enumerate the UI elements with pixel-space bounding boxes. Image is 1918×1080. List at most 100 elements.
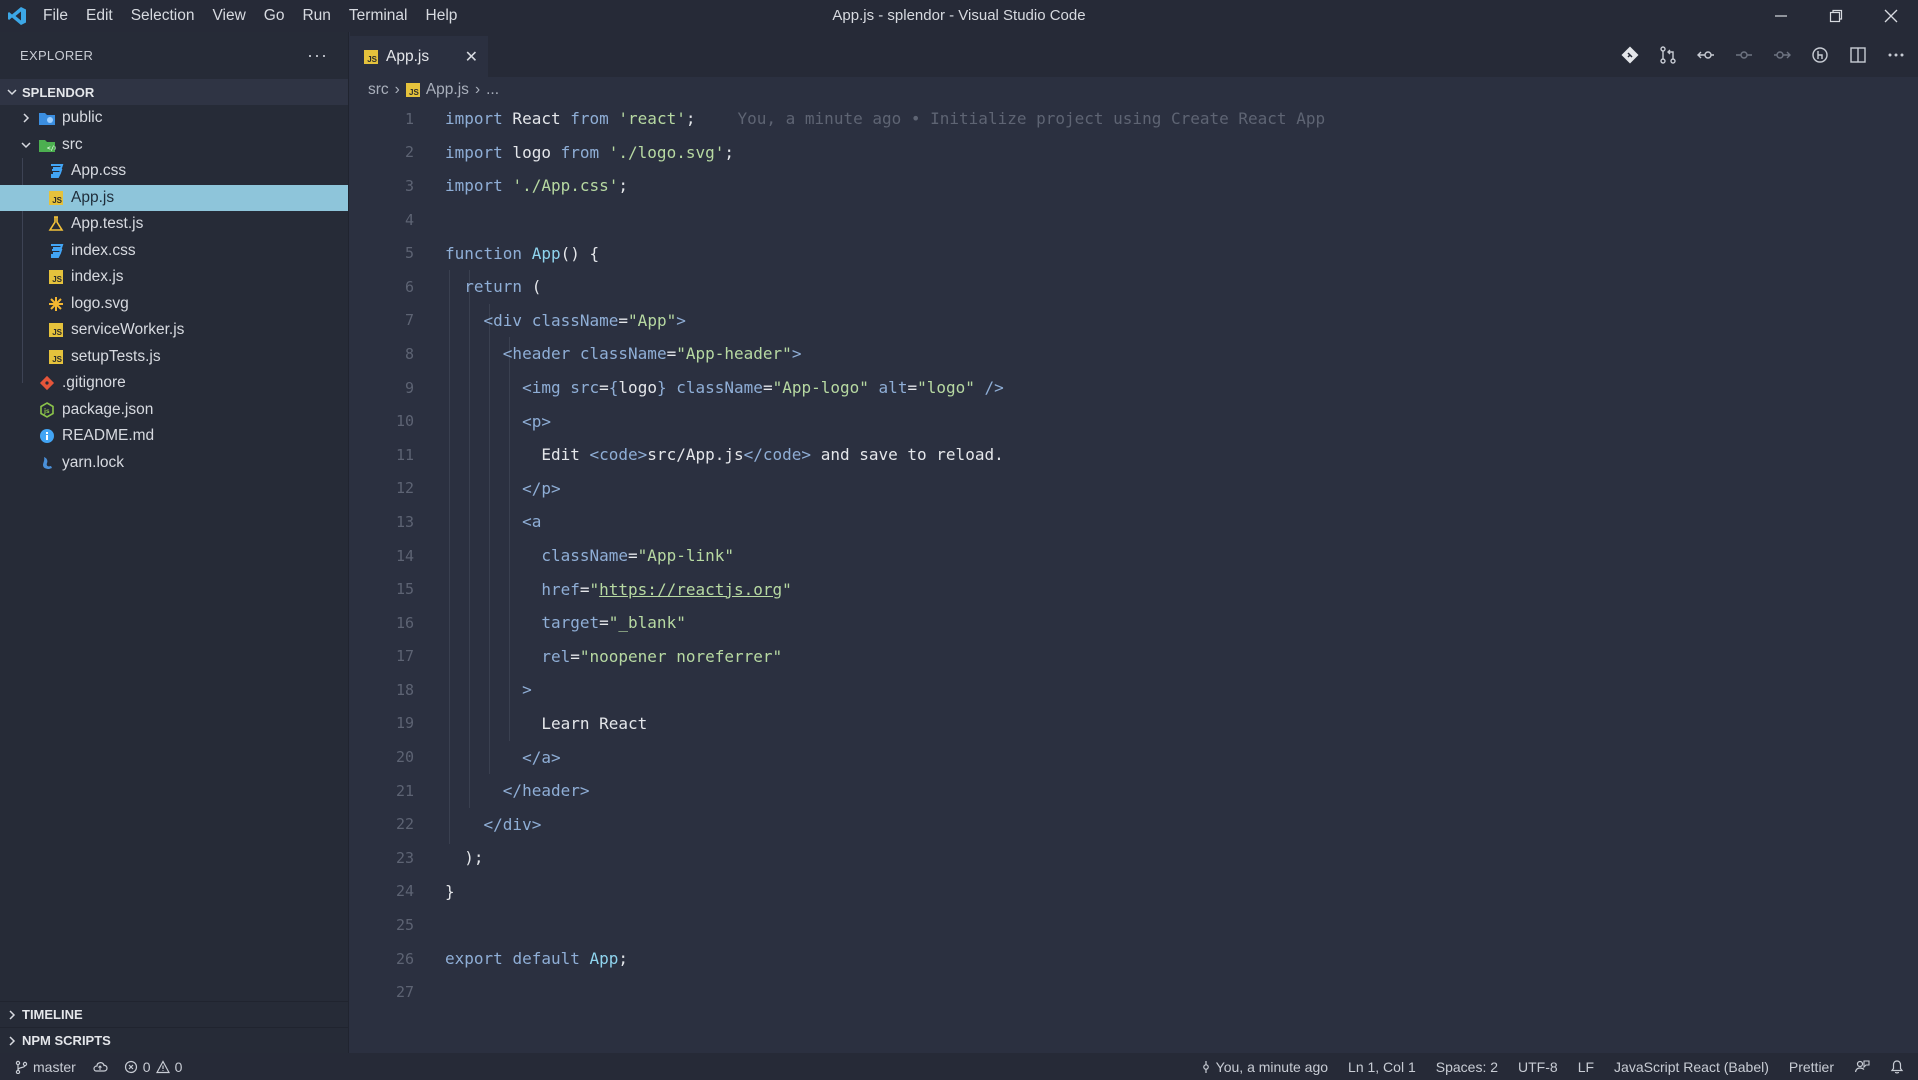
code-text: Edit <code>src/App.js</code> and save to… [445,445,1004,465]
js-file-icon: JS [47,189,65,207]
minimize-icon [1774,15,1787,17]
branch-name: master [33,1058,76,1075]
tree-item-src[interactable]: </> src [0,132,348,159]
css-file-icon [47,242,65,260]
breadcrumb-folder[interactable]: src [368,81,389,99]
line-number: 18 [395,680,414,699]
code-editor[interactable]: 1 import React from 'react'; You, a minute… [350,102,1918,1052]
code-text: href="https://reactjs.org" [541,579,792,599]
warning-icon [155,1059,170,1073]
code-line: 16 target="_blank" [350,606,1918,640]
status-bar: master 0 0 You, a minute ago Ln 1, Col 1… [0,1053,1918,1080]
code-text: </p> [522,478,561,498]
toggle-file-blame-button[interactable] [1808,44,1832,66]
pull-request-icon [1660,46,1676,64]
breadcrumb-file[interactable]: App.js [426,81,469,99]
restore-button[interactable] [1808,0,1863,32]
chevron-right-icon [4,1009,20,1021]
arrow-right-commit-icon [1774,51,1791,59]
menu-edit[interactable]: Edit [77,0,122,32]
indentation[interactable]: Spaces: 2 [1436,1059,1498,1075]
code-line: 10 <p> [350,404,1918,438]
sync-status[interactable] [92,1060,108,1074]
notifications-button[interactable] [1890,1059,1904,1075]
ellipsis-icon [1888,53,1904,57]
line-number: 17 [395,647,414,666]
explorer-more-actions[interactable]: ··· [307,45,328,66]
feedback-button[interactable] [1854,1059,1870,1075]
tree-item-index-js[interactable]: JS index.js [0,264,348,291]
feedback-icon [1854,1059,1870,1072]
formatter[interactable]: Prettier [1789,1059,1834,1075]
code-text: > [522,680,532,700]
minimize-button[interactable] [1753,0,1808,32]
tab-close-icon[interactable]: ✕ [465,47,478,67]
code-line: 8 <header className="App-header"> [350,337,1918,371]
js-file-icon: JS [47,348,65,366]
error-count: 0 [142,1058,151,1075]
menu-help[interactable]: Help [417,0,467,32]
tree-item-gitignore[interactable]: .gitignore [0,370,348,397]
code-text: </header> [502,781,590,801]
tree-item-app-test-js[interactable]: App.test.js [0,211,348,238]
tree-item-serviceworker-js[interactable]: JS serviceWorker.js [0,317,348,344]
code-text: Learn React [445,713,648,733]
tab-app-js[interactable]: JS App.js ✕ [350,36,488,77]
menu-selection[interactable]: Selection [122,0,204,32]
tree-item-label: src [62,135,83,153]
folder-public-icon [38,109,56,127]
menu-file[interactable]: File [34,0,77,32]
code-line: 2 import logo from './logo.svg'; [350,136,1918,170]
menu-run[interactable]: Run [293,0,339,32]
npm-scripts-section-header[interactable]: NPM SCRIPTS [0,1027,348,1053]
git-branch-icon [15,1060,28,1074]
next-revision-button[interactable] [1770,44,1794,66]
end-of-line[interactable]: LF [1578,1059,1594,1075]
js-file-icon: JS [405,83,420,97]
code-text: import React from 'react'; You, a minute … [445,109,1326,129]
tree-item-package-json[interactable]: js package.json [0,397,348,424]
open-pull-request-button[interactable] [1656,44,1680,66]
problems-status[interactable]: 0 0 [124,1058,182,1075]
tree-item-setuptests-js[interactable]: JS setupTests.js [0,344,348,371]
language-mode[interactable]: JavaScript React (Babel) [1614,1059,1769,1075]
git-branch-status[interactable]: master [14,1059,76,1075]
code-line: 27 [350,975,1918,1009]
menu-terminal[interactable]: Terminal [340,0,417,32]
menu-go[interactable]: Go [255,0,294,32]
tree-item-public[interactable]: public [0,105,348,132]
revision-commit-button[interactable] [1732,44,1756,66]
tree-item-logo-svg[interactable]: logo.svg [0,291,348,318]
split-editor-button[interactable] [1846,44,1870,66]
tree-item-readme-md[interactable]: README.md [0,423,348,450]
chevron-right-icon [4,1035,20,1047]
code-line: 12 </p> [350,472,1918,506]
tree-item-label: yarn.lock [62,453,125,471]
cursor-position[interactable]: Ln 1, Col 1 [1348,1059,1416,1075]
tree-item-app-css[interactable]: App.css [0,158,348,185]
code-text: target="_blank" [541,613,686,633]
chevron-right-icon: › [394,81,400,98]
git-compare-icon [1621,46,1639,64]
code-text: <a [522,512,542,532]
inline-blame: You, a minute ago • Initialize project u… [737,109,1326,129]
tree-item-label: public [62,109,103,127]
code-text: className="App-link" [541,546,734,566]
close-window-button[interactable] [1863,0,1918,32]
line-blame-status[interactable]: You, a minute ago [1201,1059,1328,1075]
timeline-section-header[interactable]: TIMELINE [0,1001,348,1027]
line-number: 26 [395,949,414,968]
menu-view[interactable]: View [203,0,254,32]
open-changes-button[interactable] [1618,44,1642,66]
more-actions-button[interactable] [1884,44,1908,66]
encoding[interactable]: UTF-8 [1518,1059,1558,1075]
previous-revision-button[interactable] [1694,44,1718,66]
tree-item-index-css[interactable]: index.css [0,238,348,265]
tree-item-yarn-lock[interactable]: yarn.lock [0,450,348,477]
project-section-header[interactable]: SPLENDOR [0,79,348,105]
breadcrumb-more[interactable]: ... [486,81,499,99]
line-number: 8 [404,344,414,363]
tree-item-app-js[interactable]: JS App.js [0,184,348,211]
css-file-icon [47,162,65,180]
code-line: 4 [350,203,1918,237]
